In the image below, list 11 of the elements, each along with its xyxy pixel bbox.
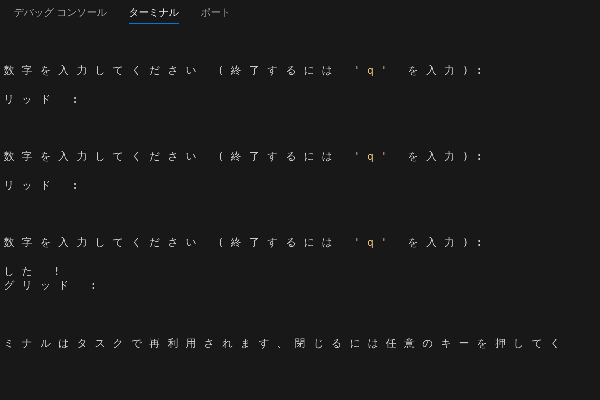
terminal-line: ミナルはタスクで再利用されます、閉じるには任意のキーを押してく xyxy=(4,337,568,351)
panel-tab[interactable]: ターミナル xyxy=(129,4,180,24)
terminal-line: 数字を入力してください (終了するには 'q' を入力): xyxy=(4,64,490,78)
panel-tab[interactable]: デバッグ コンソール xyxy=(14,4,108,24)
terminal-line: した ! xyxy=(4,265,68,279)
terminal-line: リッド : xyxy=(4,179,86,193)
terminal-line: 数字を入力してください (終了するには 'q' を入力): xyxy=(4,236,490,250)
terminal-line: 数字を入力してください (終了するには 'q' を入力): xyxy=(4,150,490,164)
panel-tab[interactable]: ポート xyxy=(201,4,232,24)
terminal-line: グリッド : xyxy=(4,279,104,293)
terminal-line: リッド : xyxy=(4,93,86,107)
